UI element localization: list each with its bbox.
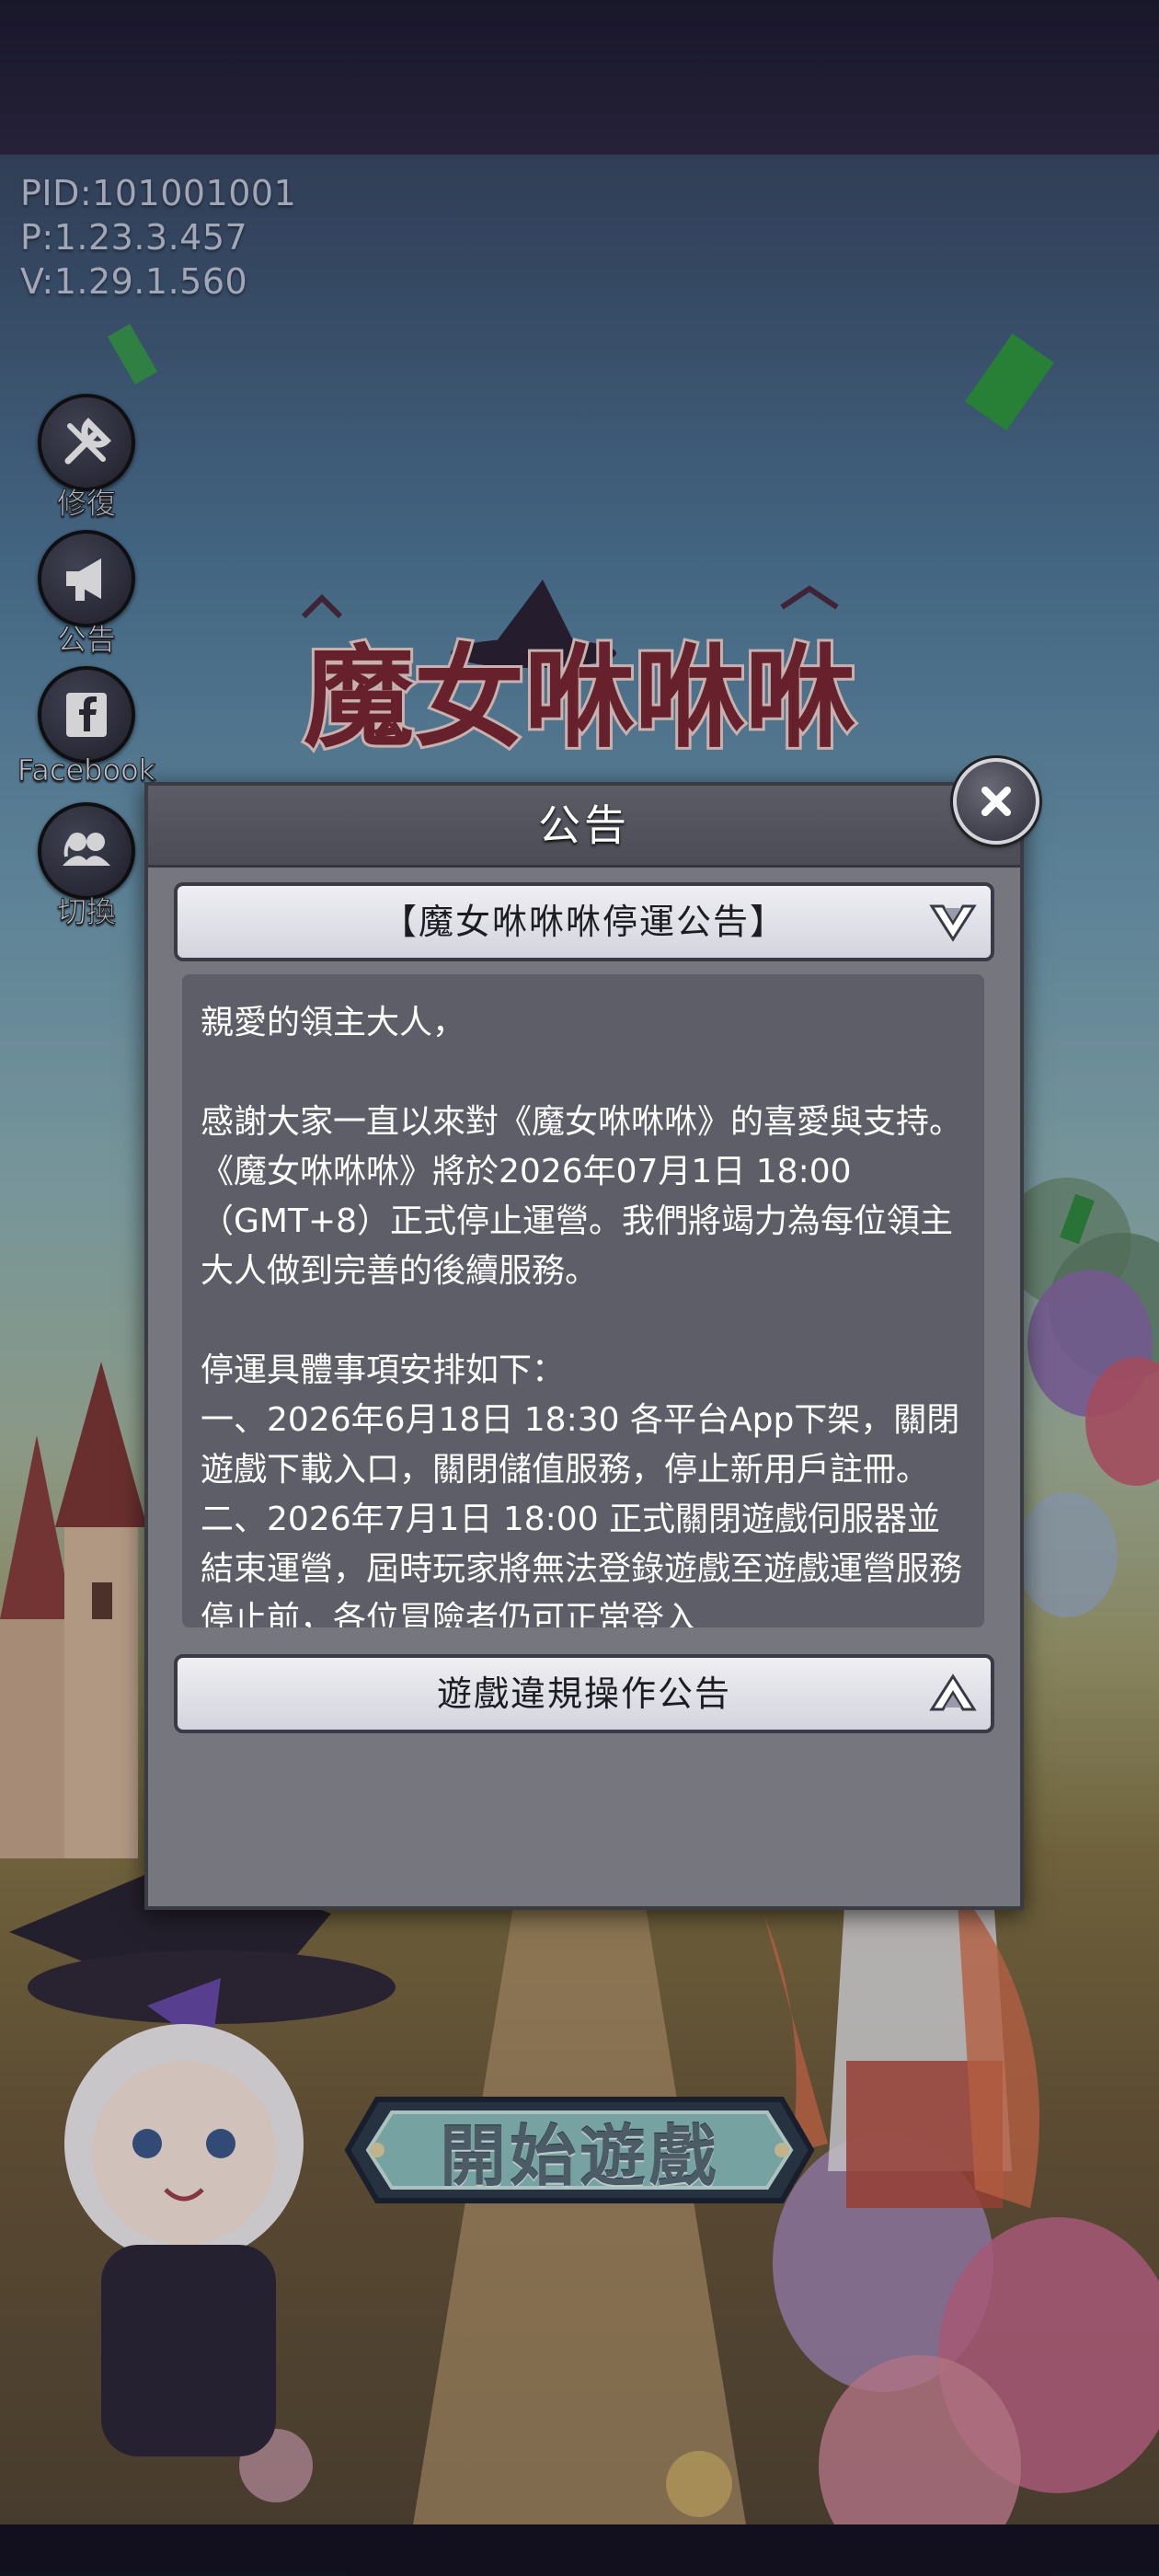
section-title: 遊戲違規操作公告 xyxy=(436,1673,731,1714)
dialog-title: 公告 xyxy=(538,800,630,850)
dialog-header: 公告 xyxy=(148,786,1020,868)
close-button[interactable] xyxy=(953,758,1039,845)
section-header-violation-notice[interactable]: 遊戲違規操作公告 xyxy=(174,1654,994,1733)
chevron-down-icon[interactable] xyxy=(926,895,980,949)
announcement-body: 親愛的領主大人， 感謝大家一直以來對《魔女咻咻咻》的喜愛與支持。 《魔女咻咻咻》… xyxy=(201,1004,963,1627)
chevron-up-icon[interactable] xyxy=(926,1667,980,1720)
section-title: 【魔女咻咻咻停運公告】 xyxy=(381,902,786,942)
announcement-content[interactable]: 親愛的領主大人， 感謝大家一直以來對《魔女咻咻咻》的喜愛與支持。 《魔女咻咻咻》… xyxy=(182,974,984,1627)
section-header-shutdown-notice[interactable]: 【魔女咻咻咻停運公告】 xyxy=(174,882,994,961)
close-icon xyxy=(981,787,1011,816)
announcement-dialog: 公告 【魔女咻咻咻停運公告】 親愛的領主大人， 感謝大家一直以來對《魔女咻咻咻》… xyxy=(144,782,1024,1910)
